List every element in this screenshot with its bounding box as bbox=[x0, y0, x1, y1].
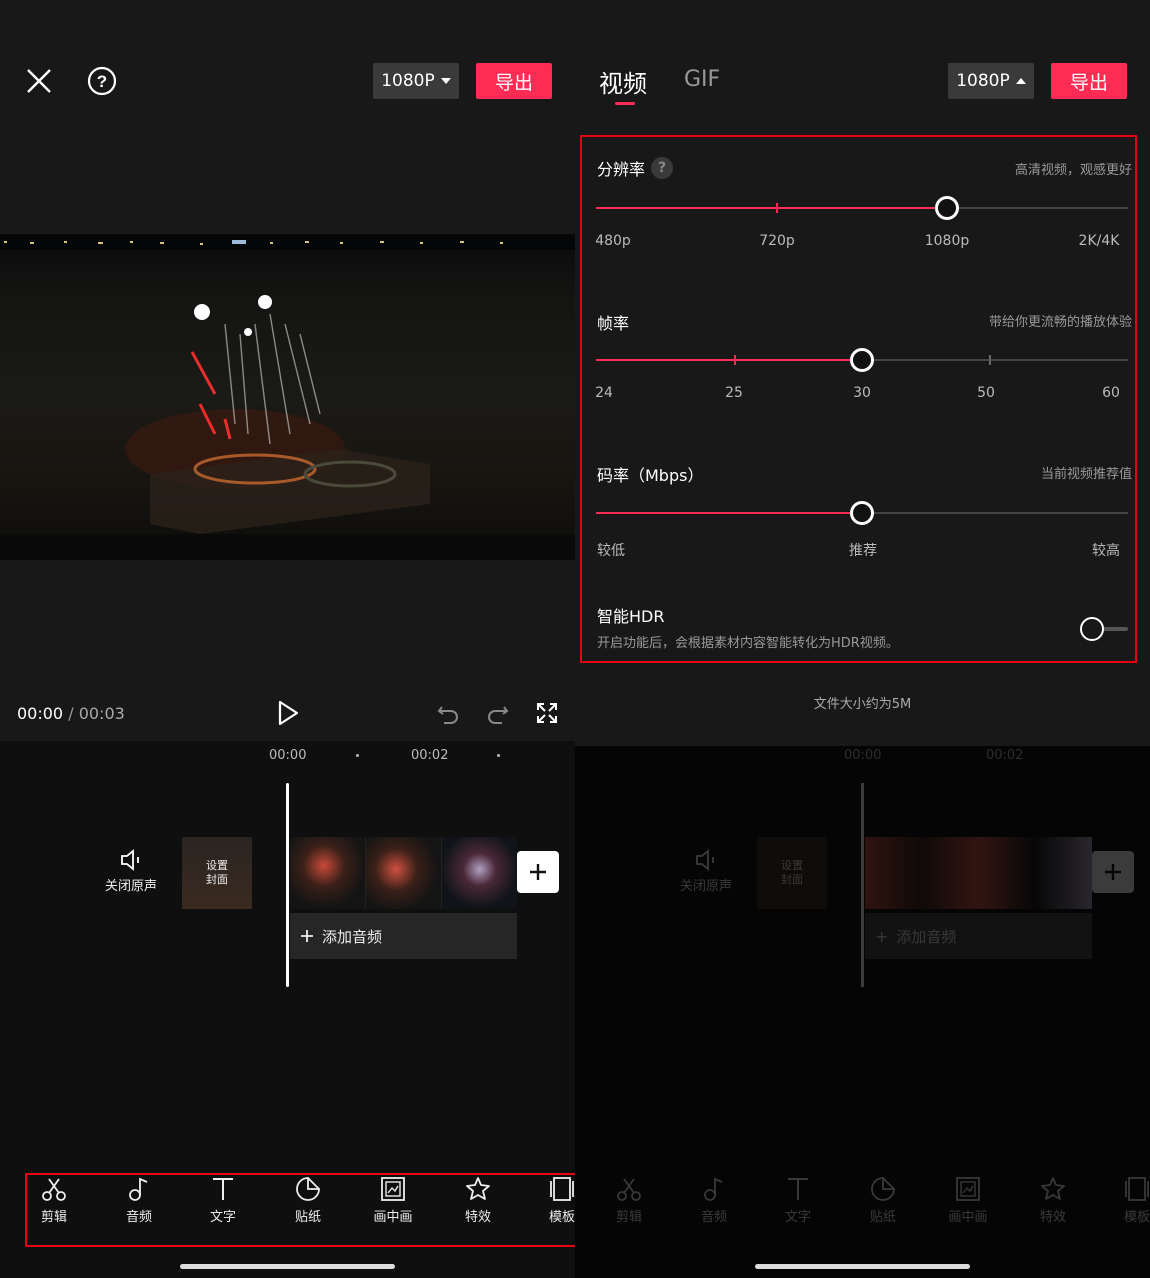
tab-gif-label: GIF bbox=[684, 67, 721, 92]
time-separator: / bbox=[68, 704, 74, 723]
undo-icon[interactable] bbox=[436, 702, 460, 726]
toolbar-item-label: 特效 bbox=[1039, 1210, 1066, 1225]
text-icon bbox=[788, 1178, 808, 1200]
export-label: 导出 bbox=[1069, 71, 1108, 94]
mute-label: 关闭原声 bbox=[679, 879, 732, 894]
home-indicator bbox=[755, 1264, 970, 1269]
set-cover-button: 设置封面 bbox=[757, 837, 827, 909]
current-time: 00:00 bbox=[17, 704, 64, 723]
clip-frame bbox=[442, 837, 517, 909]
file-size-label: 文件大小约为5M bbox=[813, 697, 912, 712]
video-clip[interactable] bbox=[290, 837, 517, 909]
picture-in-picture-icon bbox=[956, 1177, 980, 1201]
playback-time: 00:00 / 00:03 bbox=[17, 704, 125, 723]
toolbar-item-label: 剪辑 bbox=[615, 1210, 642, 1225]
close-icon[interactable] bbox=[24, 66, 54, 96]
mute-original-button[interactable]: 关闭原声 bbox=[98, 849, 164, 894]
resolution-dropdown[interactable]: 1080P bbox=[373, 63, 459, 99]
video-clip bbox=[865, 837, 1092, 909]
fireworks-scene-image bbox=[0, 234, 575, 560]
toolbar-item-label: 音频 bbox=[700, 1210, 727, 1225]
highlight-box-settings bbox=[580, 135, 1137, 663]
svg-text:?: ? bbox=[97, 72, 107, 91]
tab-video-label: 视频 bbox=[599, 70, 647, 98]
add-clip-button bbox=[1092, 851, 1134, 893]
caret-down-icon bbox=[440, 78, 451, 84]
plus-icon bbox=[530, 864, 546, 880]
ruler-mark: 00:02 bbox=[411, 748, 449, 763]
export-button[interactable]: 导出 bbox=[1051, 63, 1127, 99]
set-cover-button[interactable]: 设置封面 bbox=[182, 837, 252, 909]
help-icon[interactable]: ? bbox=[86, 65, 118, 97]
cover-label: 设置封面 bbox=[781, 859, 803, 886]
export-button[interactable]: 导出 bbox=[476, 63, 552, 99]
add-audio-button[interactable]: 添加音频 bbox=[290, 913, 517, 959]
toolbar-item-text: 文字 bbox=[763, 1176, 833, 1225]
template-icon bbox=[1125, 1177, 1149, 1201]
effects-star-icon bbox=[1041, 1177, 1065, 1200]
add-audio-label: 添加音频 bbox=[896, 927, 957, 946]
speaker-icon bbox=[696, 849, 714, 871]
toolbar-item-template: 模板 bbox=[1102, 1176, 1150, 1225]
clip-frame bbox=[366, 837, 442, 909]
tab-active-indicator bbox=[615, 102, 635, 105]
toolbar-item-effects-star: 特效 bbox=[1018, 1176, 1088, 1225]
mute-original-button: 关闭原声 bbox=[673, 849, 739, 894]
clip-frame bbox=[290, 837, 366, 909]
cover-label: 设置封面 bbox=[206, 859, 228, 886]
plus-icon: + bbox=[875, 926, 889, 946]
fullscreen-icon[interactable] bbox=[535, 701, 559, 725]
resolution-label: 1080P bbox=[381, 71, 435, 91]
tab-gif[interactable]: GIF bbox=[684, 67, 720, 92]
ruler-dot bbox=[497, 754, 500, 757]
export-label: 导出 bbox=[494, 71, 533, 94]
playhead bbox=[861, 783, 864, 987]
ruler-mark: 00:00 bbox=[269, 748, 307, 763]
caret-up-icon bbox=[1015, 78, 1026, 84]
playhead[interactable] bbox=[286, 783, 289, 987]
music-note-icon bbox=[704, 1177, 723, 1201]
toolbar-item-music-note: 音频 bbox=[679, 1176, 749, 1225]
speaker-icon bbox=[121, 849, 139, 871]
toolbar-item-label: 文字 bbox=[784, 1210, 811, 1225]
toolbar-item-label: 画中画 bbox=[948, 1210, 988, 1225]
total-time: 00:03 bbox=[78, 704, 125, 723]
toolbar-item-sticker: 贴纸 bbox=[848, 1176, 918, 1225]
toolbar-item-label: 模板 bbox=[1123, 1210, 1150, 1225]
toolbar-item-picture-in-picture: 画中画 bbox=[933, 1176, 1003, 1225]
add-audio-button: + 添加音频 bbox=[865, 913, 1092, 959]
home-indicator bbox=[180, 1264, 395, 1269]
mute-label: 关闭原声 bbox=[104, 879, 157, 894]
resolution-dropdown[interactable]: 1080P bbox=[948, 63, 1034, 99]
resolution-label: 1080P bbox=[956, 71, 1010, 91]
editor-screen: ? 1080P 导出 00:00 / 00:03 00:00 00:02 关闭原… bbox=[0, 0, 575, 1278]
plus-icon bbox=[301, 930, 313, 942]
toolbar-item-scissors: 剪辑 bbox=[594, 1176, 664, 1225]
scissors-icon bbox=[617, 1178, 641, 1201]
export-settings-screen: 视频 GIF 1080P 导出 分辨率 ? 高清视频，观感更好 480p 720… bbox=[575, 0, 1150, 1278]
add-clip-button[interactable] bbox=[517, 851, 559, 893]
ruler-mark: 00:02 bbox=[986, 748, 1024, 763]
toolbar-item-label: 贴纸 bbox=[869, 1210, 896, 1225]
ruler-mark: 00:00 bbox=[844, 748, 882, 763]
video-preview bbox=[0, 234, 575, 560]
tab-video[interactable]: 视频 bbox=[599, 64, 647, 99]
redo-icon[interactable] bbox=[486, 702, 510, 726]
plus-icon bbox=[1105, 864, 1121, 880]
play-icon[interactable] bbox=[276, 700, 300, 726]
add-audio-label: 添加音频 bbox=[322, 927, 383, 946]
sticker-icon bbox=[871, 1177, 895, 1201]
highlight-box-toolbar bbox=[25, 1173, 575, 1247]
ruler-dot bbox=[356, 754, 359, 757]
